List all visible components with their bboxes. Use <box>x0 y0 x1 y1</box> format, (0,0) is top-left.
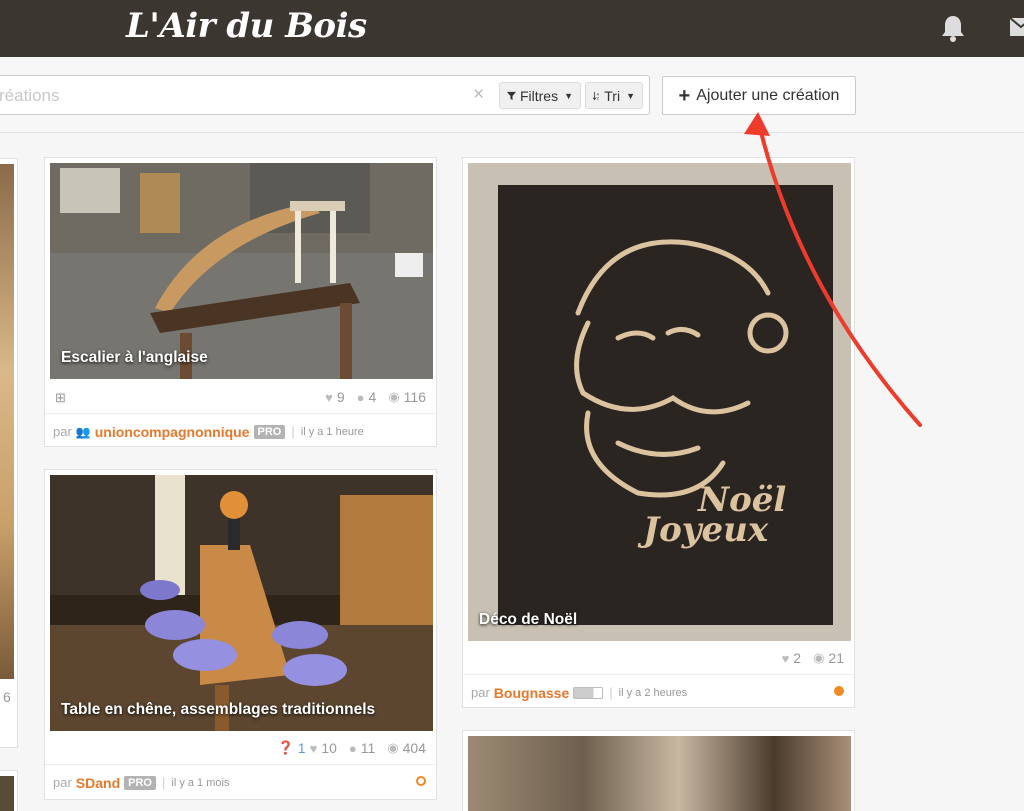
comments-count: 11 <box>360 740 376 756</box>
clear-search-icon[interactable]: × <box>473 84 484 106</box>
card-image <box>468 736 851 811</box>
separator: | <box>161 775 166 790</box>
author-link[interactable]: Bougnasse <box>494 685 569 701</box>
separator: | <box>609 685 613 700</box>
gallery-icon: ⊞ <box>55 390 66 405</box>
timestamp: il y a 1 heure <box>300 425 364 438</box>
card-stats: ❓ 1 ♥ 10 ● 11 ◉ 404 <box>278 740 426 756</box>
creation-card-partial[interactable] <box>0 770 18 811</box>
comment-icon: ● <box>356 389 365 405</box>
status-dot <box>834 686 844 696</box>
creation-card[interactable] <box>462 730 855 811</box>
card-title[interactable]: Déco de Noël <box>479 611 577 629</box>
status-dot <box>416 776 426 786</box>
card-byline: par Bougnasse | il y a 2 heures <box>463 674 854 710</box>
site-logo[interactable]: L'Air du Bois <box>126 6 367 46</box>
heart-icon: ♥ <box>325 389 333 405</box>
card-stats: ♥ 2 ◉ 21 <box>782 650 844 666</box>
heart-icon: ♥ <box>781 650 790 666</box>
views-count: 404 <box>402 740 426 756</box>
pro-badge: PRO <box>124 775 156 790</box>
group-icon: 👥 <box>75 424 91 439</box>
card-image[interactable]: Table en chêne, assemblages traditionnel… <box>50 475 433 731</box>
sort-button[interactable]: A Z Tri ▼ <box>585 82 643 109</box>
toolbar: × Filtres ▼ A Z Tri ▼ + Ajouter une créa… <box>0 57 1024 133</box>
sort-label: Tri <box>604 87 621 104</box>
author-link[interactable]: SDand <box>76 775 120 791</box>
by-label: par <box>471 685 490 700</box>
card-title[interactable]: Table en chêne, assemblages traditionnel… <box>61 701 375 719</box>
card-image <box>0 776 14 811</box>
eye-icon: ◉ <box>388 389 400 404</box>
search-input[interactable] <box>0 84 459 108</box>
mail-icon[interactable] <box>1010 18 1024 36</box>
filters-label: Filtres <box>519 87 559 104</box>
chevron-down-icon: ▼ <box>564 90 573 101</box>
creation-card[interactable]: Table en chêne, assemblages traditionnel… <box>44 469 437 800</box>
separator: | <box>291 424 295 439</box>
card-stats: ♥ 9 ● 4 ◉ 116 <box>325 389 426 405</box>
top-bar: L'Air du Bois <box>0 0 1024 57</box>
eye-icon: ◉ <box>387 740 399 755</box>
card-title[interactable]: Escalier à l'anglaise <box>61 349 208 367</box>
card-image <box>0 164 14 679</box>
comments-count: 4 <box>368 389 377 405</box>
timestamp: il y a 1 mois <box>171 776 230 789</box>
staircase-photo <box>50 163 433 379</box>
card-image[interactable]: Escalier à l'anglaise <box>50 163 433 379</box>
plus-icon: + <box>678 84 691 107</box>
table-photo <box>50 475 433 731</box>
likes-count: 10 <box>321 740 337 756</box>
card-partial-left[interactable]: 6 <box>0 158 18 748</box>
likes-count: 2 <box>793 650 802 666</box>
views-count: 21 <box>828 650 844 666</box>
author-link[interactable]: unioncompagnonnique <box>95 424 250 440</box>
questions-count: 1 <box>297 740 306 756</box>
creation-card[interactable]: Escalier à l'anglaise ⊞ ♥ 9 ● 4 ◉ 116 pa… <box>44 157 437 447</box>
card-byline: par 👥 unioncompagnonnique PRO | il y a 1… <box>45 413 436 449</box>
stat-count: 6 <box>3 689 11 705</box>
views-count: 116 <box>403 389 426 405</box>
svg-text:Z: Z <box>597 96 600 100</box>
by-label: par <box>53 775 72 790</box>
svg-text:A: A <box>597 92 600 96</box>
saw-badge-icon <box>573 686 604 699</box>
chevron-down-icon: ▼ <box>626 90 635 101</box>
likes-count: 9 <box>336 389 345 405</box>
sort-alpha-icon: A Z <box>593 91 600 100</box>
add-creation-button[interactable]: + Ajouter une création <box>662 76 856 115</box>
filters-button[interactable]: Filtres ▼ <box>499 82 581 109</box>
question-icon: ❓ <box>277 740 294 755</box>
santa-photo: Noël Joyeux <box>468 163 851 641</box>
card-byline: par SDand PRO | il y a 1 mois <box>45 764 436 800</box>
timestamp: il y a 2 heures <box>618 686 688 699</box>
by-label: par <box>53 424 72 439</box>
search-box: × Filtres ▼ A Z Tri ▼ <box>0 75 650 115</box>
funnel-icon <box>507 91 516 100</box>
heart-icon: ♥ <box>309 740 318 756</box>
pro-badge: PRO <box>253 424 286 439</box>
comment-icon: ● <box>348 740 357 756</box>
creation-card[interactable]: Noël Joyeux Déco de Noël ♥ 2 ◉ 21 par Bo… <box>462 157 855 708</box>
svg-text:Joyeux: Joyeux <box>637 510 769 550</box>
bell-icon[interactable] <box>940 14 966 42</box>
add-creation-label: Ajouter une création <box>696 86 840 104</box>
eye-icon: ◉ <box>813 650 825 665</box>
card-image[interactable]: Noël Joyeux Déco de Noël <box>468 163 851 641</box>
